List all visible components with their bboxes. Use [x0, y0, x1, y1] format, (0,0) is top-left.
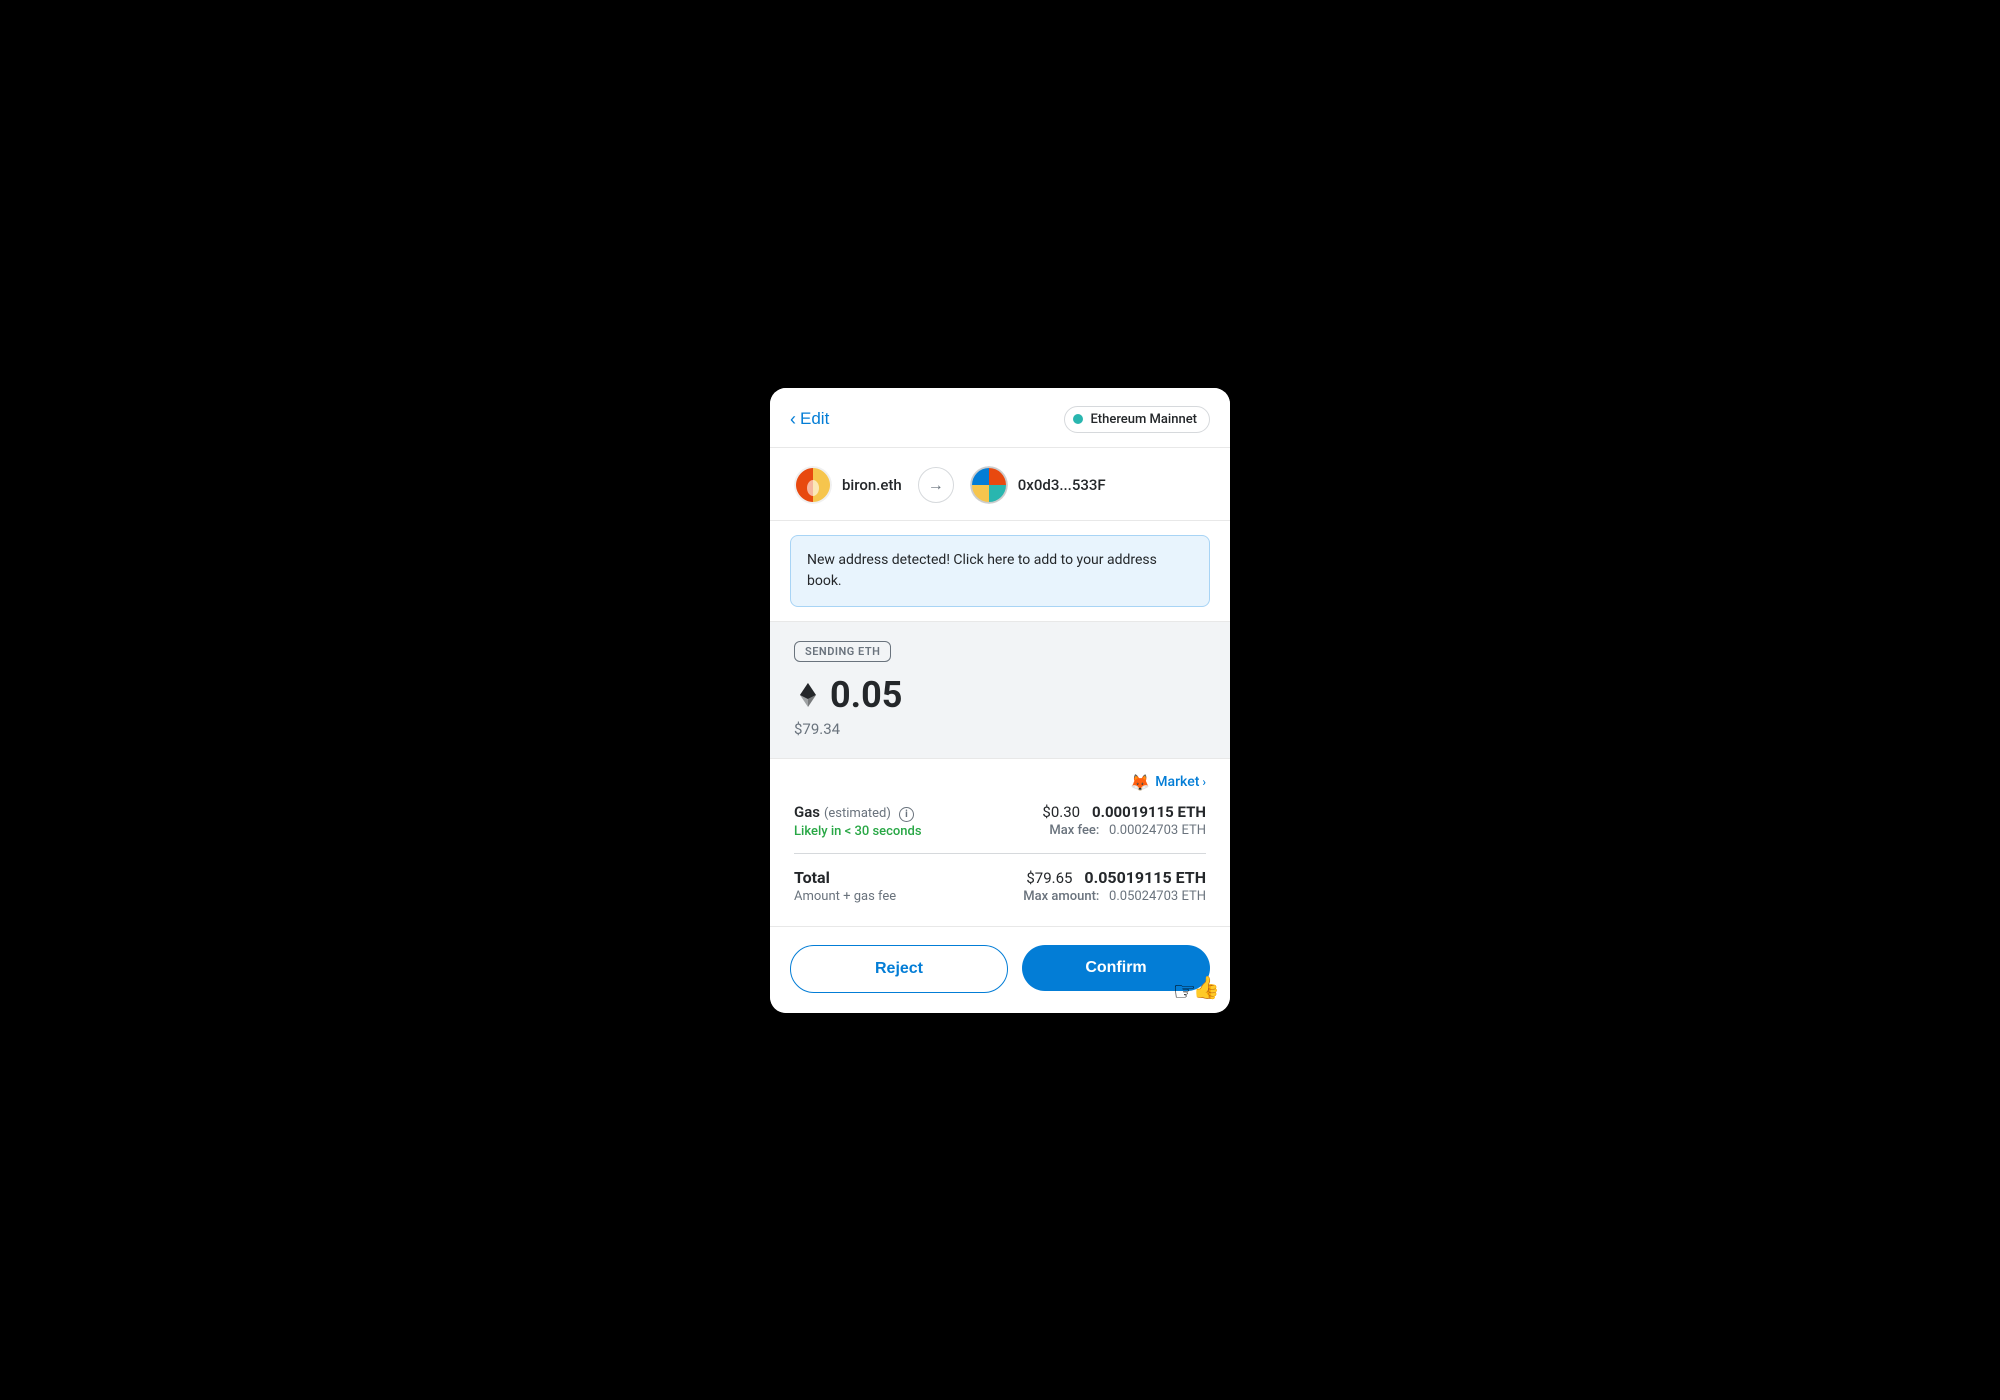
gas-row: Gas (estimated) i Likely in < 30 seconds…: [794, 802, 1206, 839]
eth-icon: [794, 681, 822, 709]
total-right: $79.65 0.05019115 ETH Max amount: 0.0502…: [1023, 868, 1206, 904]
max-amount-row: Max amount: 0.05024703 ETH: [1023, 889, 1206, 904]
market-link[interactable]: Market ›: [1155, 774, 1206, 790]
transfer-row: biron.eth → 0x0d3...533F: [770, 448, 1230, 521]
chevron-right-icon: ›: [1202, 775, 1206, 789]
gas-label: Gas: [794, 803, 820, 821]
transfer-arrow: →: [918, 467, 954, 503]
max-amount-value: 0.05024703 ETH: [1109, 889, 1206, 904]
max-fee-row: Max fee: 0.00024703 ETH: [1042, 823, 1206, 838]
max-amount-label: Max amount:: [1023, 889, 1099, 904]
total-row: Total Amount + gas fee $79.65 0.05019115…: [794, 868, 1206, 904]
reject-button[interactable]: Reject: [790, 945, 1008, 993]
gas-eth: 0.00019115 ETH: [1092, 803, 1206, 821]
gas-estimated-label: (estimated): [824, 806, 891, 821]
max-fee-label: Max fee:: [1049, 823, 1099, 838]
to-account: 0x0d3...533F: [970, 466, 1106, 504]
gas-usd: $0.30: [1042, 803, 1080, 821]
total-label: Total: [794, 868, 896, 887]
back-button[interactable]: ‹ Edit: [790, 409, 829, 430]
transaction-modal: ‹ Edit Ethereum Mainnet biron.eth: [770, 388, 1230, 1013]
gas-right: $0.30 0.00019115 ETH Max fee: 0.00024703…: [1042, 802, 1206, 838]
gas-likely-label: Likely in < 30 seconds: [794, 824, 922, 839]
eth-amount: 0.05: [830, 674, 902, 716]
max-fee-value: 0.00024703 ETH: [1109, 823, 1206, 838]
confirm-wrapper: Confirm 👍 ☞: [1022, 945, 1210, 993]
eth-amount-row: 0.05: [794, 674, 1206, 716]
network-status-dot: [1073, 414, 1083, 424]
modal-header: ‹ Edit Ethereum Mainnet: [770, 388, 1230, 448]
from-account: biron.eth: [794, 466, 902, 504]
gas-info-icon[interactable]: i: [899, 807, 914, 822]
address-banner-text: New address detected! Click here to add …: [807, 552, 1157, 589]
sending-section: SENDING ETH 0.05 $79.34: [770, 621, 1230, 759]
total-left: Total Amount + gas fee: [794, 868, 896, 904]
fee-section: 🦊 Market › Gas (estimated) i Likely in <…: [770, 759, 1230, 927]
from-avatar: [794, 466, 832, 504]
market-row: 🦊 Market ›: [794, 773, 1206, 792]
gas-left: Gas (estimated) i Likely in < 30 seconds: [794, 802, 922, 839]
fox-icon: 🦊: [1130, 773, 1150, 792]
from-account-name: biron.eth: [842, 476, 902, 494]
back-arrow-icon: ‹: [790, 409, 796, 430]
total-sub-label: Amount + gas fee: [794, 889, 896, 904]
market-label: Market: [1155, 774, 1199, 790]
to-account-address: 0x0d3...533F: [1018, 476, 1106, 494]
total-eth: 0.05019115 ETH: [1084, 868, 1206, 887]
to-avatar: [970, 466, 1008, 504]
sending-label: SENDING ETH: [794, 641, 891, 662]
back-label: Edit: [800, 409, 829, 429]
button-row: Reject Confirm 👍 ☞: [770, 927, 1230, 1013]
confirm-button[interactable]: Confirm: [1022, 945, 1210, 991]
new-address-banner[interactable]: New address detected! Click here to add …: [790, 535, 1210, 607]
total-usd: $79.65: [1026, 869, 1072, 887]
divider: [794, 853, 1206, 854]
network-label: Ethereum Mainnet: [1090, 412, 1197, 427]
network-badge[interactable]: Ethereum Mainnet: [1064, 406, 1210, 433]
usd-amount: $79.34: [794, 720, 1206, 738]
